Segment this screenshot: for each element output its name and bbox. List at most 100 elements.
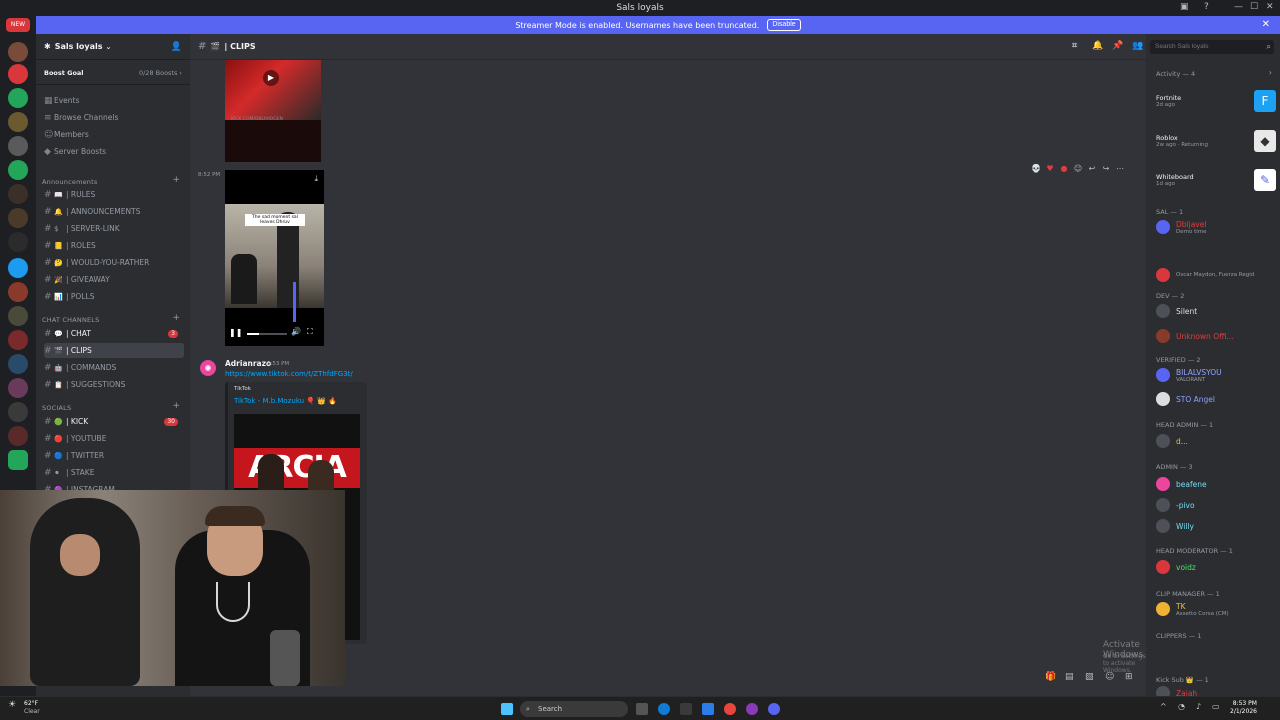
add-channel-icon[interactable]: +	[172, 401, 180, 411]
member-item[interactable]: Unknown Offi...	[1156, 327, 1276, 345]
pause-icon[interactable]: ❚❚	[229, 328, 242, 337]
reply-icon[interactable]: ↩	[1086, 164, 1098, 173]
nav-server-boosts[interactable]: ◆ Server Boosts	[44, 144, 184, 159]
nav-events[interactable]: ▦ Events	[44, 93, 184, 108]
category-socials[interactable]: SOCIALS	[42, 404, 71, 412]
disable-streamer-mode-button[interactable]: Disable	[767, 19, 801, 31]
message-author[interactable]: Adrianrazo	[225, 359, 271, 368]
server-icon[interactable]	[8, 184, 28, 204]
channel-item[interactable]: # 🔵 | TWITTER	[44, 448, 184, 463]
member-item[interactable]: voidz	[1156, 558, 1276, 576]
member-item[interactable]: beafene	[1156, 475, 1276, 493]
discord-icon[interactable]	[768, 703, 780, 715]
server-icon[interactable]	[8, 136, 28, 156]
member-item[interactable]: -pivo	[1156, 496, 1276, 514]
channel-item[interactable]: # 🔴 | YOUTUBE	[44, 431, 184, 446]
member-item[interactable]: Oscar Maydon, Fuerza Regid	[1156, 266, 1276, 284]
channel-item[interactable]: # 🎬 | CLIPS	[44, 343, 184, 358]
category-announcements[interactable]: Announcements	[42, 178, 97, 186]
server-icon[interactable]	[8, 378, 28, 398]
mail-icon[interactable]	[702, 703, 714, 715]
start-icon[interactable]	[501, 703, 513, 715]
member-list-icon[interactable]: 👥	[1132, 41, 1143, 51]
channel-item[interactable]: # 💬 | CHAT 3	[44, 326, 184, 341]
bell-icon[interactable]: 🔔	[1092, 41, 1103, 51]
message-link[interactable]: https://www.tiktok.com/t/ZThfdFG3t/	[225, 370, 353, 378]
add-channel-icon[interactable]: +	[172, 175, 180, 185]
video-progress-bar[interactable]	[247, 333, 287, 335]
member-item[interactable]: d...	[1156, 432, 1276, 450]
embed-title[interactable]: TikTok - M.b.Mozuku 🎈 👑 🔥	[234, 397, 337, 405]
twitter-server-icon[interactable]	[8, 258, 28, 278]
skull-reaction-icon[interactable]: 💀	[1030, 164, 1042, 173]
server-header[interactable]: ✱ Sals loyals ⌄ 👤	[36, 34, 190, 60]
chrome-icon[interactable]	[724, 703, 736, 715]
server-icon[interactable]	[8, 160, 28, 180]
battery-icon[interactable]: ▭	[1212, 702, 1220, 711]
channel-item[interactable]: # 🎉 | GIVEAWAY	[44, 272, 184, 287]
channel-item[interactable]: # $ | SERVER-LINK	[44, 221, 184, 236]
channel-item[interactable]: # ⚫ | STAKE	[44, 465, 184, 480]
weather-widget[interactable]: 62°F Clear	[24, 700, 40, 716]
server-icon[interactable]	[8, 42, 28, 62]
threads-icon[interactable]: ⌗	[1072, 41, 1077, 51]
taskbar-search[interactable]: ⌕ Search	[520, 701, 628, 717]
server-icon[interactable]	[8, 282, 28, 302]
red-reaction-icon[interactable]: ●	[1058, 164, 1070, 173]
pin-icon[interactable]: 📌	[1112, 41, 1123, 51]
heart-reaction-icon[interactable]: ♥	[1044, 164, 1056, 173]
minimize-button[interactable]: —	[1234, 2, 1243, 12]
channel-item[interactable]: # 🤔 | WOULD-YOU-RATHER	[44, 255, 184, 270]
sticker-icon[interactable]: ▧	[1085, 672, 1094, 682]
member-item[interactable]: Dbljavel Demo time	[1156, 218, 1276, 236]
clock[interactable]: 8:53 PM 2/1/2026	[1230, 700, 1257, 716]
member-item[interactable]: BILALVSYOU VALORANT	[1156, 366, 1276, 384]
member-item[interactable]: Silent	[1156, 302, 1276, 320]
server-icon[interactable]	[8, 88, 28, 108]
chevron-right-icon[interactable]: ›	[1269, 68, 1272, 77]
server-icon[interactable]	[8, 64, 28, 84]
avatar[interactable]: ◉	[200, 360, 216, 376]
server-icon[interactable]	[8, 354, 28, 374]
nav-members[interactable]: ☺ Members	[44, 127, 184, 142]
activity-item[interactable]: Roblox 2w ago · Returning ◆	[1156, 130, 1276, 152]
server-icon[interactable]	[8, 232, 28, 252]
server-icon[interactable]	[8, 330, 28, 350]
invite-icon[interactable]: 👤	[171, 42, 182, 52]
channel-item[interactable]: # 🟢 | KICK 30	[44, 414, 184, 429]
app-icon[interactable]	[746, 703, 758, 715]
forward-icon[interactable]: ↪	[1100, 164, 1112, 173]
play-icon[interactable]: ▶	[263, 70, 279, 86]
volume-icon[interactable]: ♪	[1196, 702, 1201, 711]
file-explorer-icon[interactable]	[680, 703, 692, 715]
server-icon[interactable]	[8, 306, 28, 326]
member-item[interactable]: TK Assetto Corsa (CM)	[1156, 600, 1276, 618]
activity-item[interactable]: Whiteboard 1d ago ✎	[1156, 169, 1276, 191]
channel-item[interactable]: # 📖 | RULES	[44, 187, 184, 202]
channel-item[interactable]: # 📋 | SUGGESTIONS	[44, 377, 184, 392]
nav-browse-channels[interactable]: ≡ Browse Channels	[44, 110, 184, 125]
tray-chevron-icon[interactable]: ^	[1160, 702, 1167, 711]
member-item[interactable]: Willy	[1156, 517, 1276, 535]
gif-icon[interactable]: ▤	[1065, 672, 1074, 682]
close-button[interactable]: ✕	[1266, 2, 1274, 12]
activity-item[interactable]: Fortnite 2d ago F	[1156, 90, 1276, 112]
banner-close-icon[interactable]: ✕	[1262, 19, 1270, 30]
category-chat-channels[interactable]: CHAT CHANNELS	[42, 316, 99, 324]
channel-item[interactable]: # 📊 | POLLS	[44, 289, 184, 304]
edge-icon[interactable]	[658, 703, 670, 715]
gift-icon[interactable]: 🎁	[1045, 672, 1056, 682]
search-input[interactable]	[1150, 40, 1274, 54]
server-icon[interactable]	[8, 208, 28, 228]
add-reaction-icon[interactable]: ☺	[1072, 164, 1084, 173]
server-icon[interactable]	[8, 402, 28, 422]
video-player[interactable]: ⤓ The sad moment sal leaves Dhruv ❚❚ 🔊 ⛶	[225, 170, 324, 346]
activity-header[interactable]: Activity — 4	[1156, 70, 1195, 78]
channel-item[interactable]: # 🤖 | COMMANDS	[44, 360, 184, 375]
channel-item[interactable]: # 🔔 | ANNOUNCEMENTS	[44, 204, 184, 219]
boost-goal[interactable]: Boost Goal 0/28 Boosts ›	[36, 64, 190, 82]
wifi-icon[interactable]: ◔	[1178, 702, 1185, 711]
add-channel-icon[interactable]: +	[172, 313, 180, 323]
server-icon[interactable]	[8, 112, 28, 132]
fullscreen-icon[interactable]: ⛶	[307, 327, 313, 337]
